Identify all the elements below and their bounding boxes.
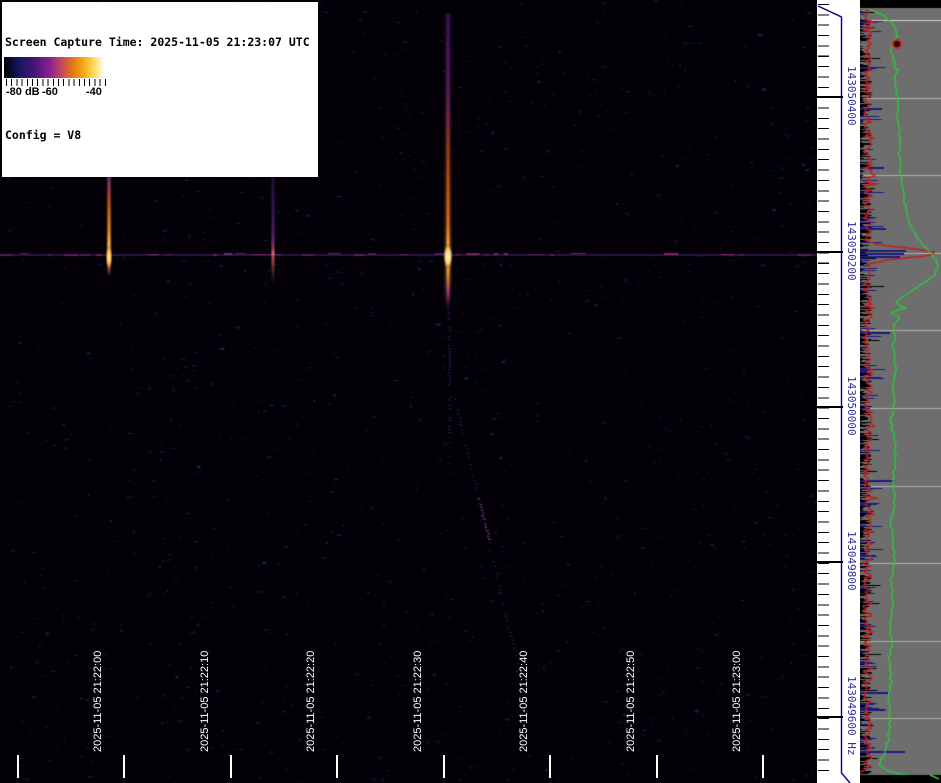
time-axis-label: 2025-11-05 21:22:20 bbox=[305, 651, 318, 752]
capture-config-text: Config = V8 bbox=[5, 128, 315, 144]
time-axis-tick bbox=[17, 755, 19, 778]
frequency-axis-label: 143049600 Hz bbox=[845, 676, 858, 755]
time-axis-tick bbox=[336, 755, 338, 778]
spectrum-capture-screen: 2025-11-05 21:21:502025-11-05 21:22:0020… bbox=[0, 0, 941, 783]
time-axis-label: 2025-11-05 21:22:10 bbox=[199, 651, 212, 752]
frequency-axis: 143050400 143050200 143050000 143049800 1430… bbox=[817, 0, 860, 783]
color-scale-db-label: -60 bbox=[42, 86, 58, 98]
time-axis-tick bbox=[762, 755, 764, 778]
frequency-axis-label: 143050000 bbox=[845, 376, 858, 436]
frequency-major-tick bbox=[815, 96, 843, 98]
time-axis-tick bbox=[656, 755, 658, 778]
frequency-major-tick bbox=[815, 406, 843, 408]
time-axis-label: 2025-11-05 21:22:00 bbox=[92, 651, 105, 752]
time-axis-tick bbox=[123, 755, 125, 778]
time-axis-tick bbox=[443, 755, 445, 778]
time-axis-tick bbox=[549, 755, 551, 778]
frequency-axis-label: 143050400 bbox=[845, 66, 858, 126]
color-scale-ruler-ticks bbox=[6, 79, 106, 86]
time-axis-label: 2025-11-05 21:22:30 bbox=[412, 651, 425, 752]
frequency-major-tick bbox=[815, 561, 843, 563]
time-axis-label: 2025-11-05 21:23:00 bbox=[731, 651, 744, 752]
color-scale-db-label: -80 dB bbox=[6, 86, 40, 98]
frequency-axis-label: 143049800 bbox=[845, 531, 858, 591]
time-axis-tick bbox=[230, 755, 232, 778]
frequency-major-tick bbox=[815, 251, 843, 253]
frequency-major-tick bbox=[815, 716, 843, 718]
color-scale-db-label: -40 bbox=[86, 86, 102, 98]
color-scale-gradient bbox=[4, 57, 108, 78]
spectrum-panel bbox=[860, 0, 941, 783]
frequency-axis-label: 143050200 bbox=[845, 221, 858, 281]
capture-time-text: Screen Capture Time: 2025-11-05 21:23:07… bbox=[5, 35, 315, 51]
color-scale-legend: -80 dB-60 -40 bbox=[4, 57, 108, 101]
time-axis-label: 2025-11-05 21:22:50 bbox=[625, 651, 638, 752]
time-axis-label: 2025-11-05 21:22:40 bbox=[518, 651, 531, 752]
